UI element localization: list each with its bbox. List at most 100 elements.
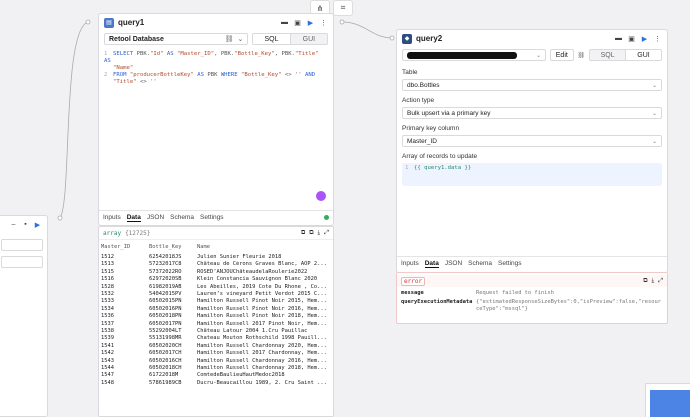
tab-schema[interactable]: Schema <box>468 260 492 267</box>
minimize-icon[interactable]: – <box>9 220 18 229</box>
table-cell: Hamilton Russell 2017 Chardonnay, Hem... <box>197 350 327 357</box>
code-token: AS <box>193 72 208 78</box>
sql-mode-button[interactable]: SQL <box>590 50 625 60</box>
assistant-icon[interactable] <box>316 191 326 201</box>
table-row[interactable]: 1537 60502017PN Hamilton Russell 2017 Pino… <box>99 320 333 327</box>
partial-input[interactable] <box>1 239 43 251</box>
column-header[interactable]: Bottle_Key <box>149 244 197 250</box>
link-icon[interactable]: ⛓ <box>578 52 586 59</box>
sql-editor[interactable]: 1 SELECT PBK."Id" AS "Master_ID", PBK."Bo… <box>104 51 328 186</box>
code-token: PBK. <box>136 51 151 57</box>
column-header[interactable]: Name <box>197 244 333 250</box>
tab-data[interactable]: Data <box>424 260 439 268</box>
table-row[interactable]: 1547 61722018M ComtedeBaulieuHautMedoc2018 <box>99 372 333 379</box>
code-token: , PBK. <box>274 51 295 57</box>
table-row[interactable]: 1533 60502015PN Hamilton Russell Pinot Noi… <box>99 298 333 305</box>
table-row[interactable]: 1544 60502018CH Hamilton Russell Chardonna… <box>99 364 333 371</box>
run-icon[interactable]: ▶ <box>640 34 649 43</box>
table-row[interactable]: 1539 55131998MR Chateau Mouton Rothschild … <box>99 335 333 342</box>
error-badge: error <box>401 276 426 286</box>
array-records-editor[interactable]: 1{{ query1.data }} <box>402 163 662 186</box>
link-icon[interactable]: ⛓ <box>225 35 234 43</box>
error-value: {"estimatedResponseSizeBytes":0,"isPrevi… <box>476 299 661 312</box>
table-row[interactable]: 1528 61982019AB Les Abeilles, 2019 Cote Du… <box>99 283 333 290</box>
action-type-select[interactable]: Bulk upsert via a primary key ⌄ <box>402 107 662 119</box>
panel-icon[interactable]: ▣ <box>627 34 636 43</box>
column-header[interactable]: Master_ID <box>99 244 149 250</box>
run-icon[interactable]: ▶ <box>33 220 42 229</box>
panel-icon[interactable]: ▣ <box>293 18 302 27</box>
tab-data[interactable]: Data <box>126 214 141 222</box>
tab-inputs[interactable]: Inputs <box>401 260 419 267</box>
copy-icon[interactable]: ⧉ <box>301 230 305 237</box>
table-cell: 54042015PV <box>149 291 182 298</box>
sql-mode-button[interactable]: SQL <box>253 34 291 44</box>
more-icon[interactable]: ⋮ <box>319 18 328 27</box>
crop-icon[interactable]: ⌗ <box>333 0 353 16</box>
tab-json[interactable]: JSON <box>147 214 164 221</box>
table-cell: 1538 <box>101 327 114 334</box>
table-row[interactable]: 1538 55292004LT Château Latour 2004 1.Cru … <box>99 327 333 334</box>
table-cell: ROSEDʼANJOUChâteaudelaRoulerie2022 <box>197 268 308 275</box>
table-row[interactable]: 1516 62972020SB Klein Constancia Sauvignon… <box>99 276 333 283</box>
edit-resource-button[interactable]: Edit <box>550 49 574 61</box>
line-number: 2 <box>104 72 108 78</box>
table-cell: Hamilton Russell Pinot Noir 2018, Hem... <box>197 313 327 320</box>
code-token: "Title" <box>113 79 137 85</box>
table-row[interactable]: 1532 54042015PV Laurenʼs vineyard Petit Ve… <box>99 290 333 297</box>
code-token: '' <box>294 72 302 78</box>
tab-inputs[interactable]: Inputs <box>103 214 121 221</box>
table-row[interactable]: 1543 60502016CH Hamilton Russell Chardonna… <box>99 357 333 364</box>
table-cell: Hamilton Russell Pinot Noir 2016, Hem... <box>197 305 327 312</box>
table-row[interactable]: 1512 62542018JS Julien Sunier Fleurie 2018 <box>99 253 333 260</box>
code-token: "Id" <box>150 51 164 57</box>
table-cell: 60502018CH <box>149 364 182 371</box>
copy-alt-icon[interactable]: ⧉ <box>309 230 313 237</box>
expand-icon[interactable]: ⤢ <box>658 278 663 285</box>
tab-settings[interactable]: Settings <box>200 214 224 221</box>
copy-icon[interactable]: ⧉ <box>643 278 647 285</box>
table-cell: 1541 <box>101 342 114 349</box>
table-row[interactable]: 1541 60502020CH Hamilton Russell Chardonna… <box>99 342 333 349</box>
query2-error-panel: error ⧉ ⤓ ⤢ message Request failed to fin… <box>396 272 668 324</box>
download-icon[interactable]: ⤓ <box>318 230 321 237</box>
table-select[interactable]: dbo.Bottles ⌄ <box>402 79 662 91</box>
expand-icon[interactable]: ⤢ <box>324 230 329 237</box>
more-icon[interactable]: ⋮ <box>653 34 662 43</box>
results-type-label: array <box>103 229 122 237</box>
table-cell: Hamilton Russell Chardonnay 2018, Hem... <box>197 364 327 371</box>
tab-settings[interactable]: Settings <box>498 260 522 267</box>
table-row[interactable]: 1534 60502016PN Hamilton Russell Pinot Noi… <box>99 305 333 312</box>
minimize-icon[interactable]: ▬ <box>614 34 623 43</box>
resource-select[interactable]: ⌄ <box>402 49 547 61</box>
download-icon[interactable]: ⤓ <box>652 278 655 285</box>
query2-title[interactable]: query2 <box>416 34 442 43</box>
chevron-down-icon: ⌄ <box>536 52 542 59</box>
sql-gui-toggle[interactable]: SQL GUI <box>252 33 328 45</box>
table-row[interactable]: 1513 57232017C8 Château de Cérons Graves B… <box>99 261 333 268</box>
run-icon[interactable]: ▶ <box>306 18 315 27</box>
action-type-label: Action type <box>402 97 435 104</box>
sql-gui-toggle[interactable]: SQL GUI <box>589 49 662 61</box>
query1-title[interactable]: query1 <box>118 18 144 27</box>
error-key: message <box>401 290 424 296</box>
chevron-down-icon: ⌄ <box>651 82 657 89</box>
panel-icon[interactable]: ▪ <box>21 220 30 229</box>
primary-key-select[interactable]: Master_ID ⌄ <box>402 135 662 147</box>
resource-select[interactable]: Retool Database ⛓ ⌄ <box>104 33 249 45</box>
table-row[interactable]: 1542 60502017CH Hamilton Russell 2017 Char… <box>99 349 333 356</box>
table-row[interactable]: 1548 57861989CB Ducru-Beaucaillou 1989, 2.… <box>99 379 333 386</box>
error-key: queryExecutionMetadata <box>401 299 473 305</box>
gui-mode-button[interactable]: GUI <box>291 34 327 44</box>
table-row[interactable]: 1515 57372022RO ROSEDʼANJOUChâteaudelaRoul… <box>99 268 333 275</box>
code-token: , PBK. <box>214 51 235 57</box>
gui-mode-button[interactable]: GUI <box>625 50 661 60</box>
table-cell: 1513 <box>101 261 114 268</box>
minimize-icon[interactable]: ▬ <box>280 18 289 27</box>
tab-schema[interactable]: Schema <box>170 214 194 221</box>
table-cell: 57372022RO <box>149 268 182 275</box>
table-row[interactable]: 1536 60502018PN Hamilton Russell Pinot Noi… <box>99 313 333 320</box>
tab-json[interactable]: JSON <box>445 260 462 267</box>
code-token: "Bottle_Key" <box>234 51 275 57</box>
partial-input-2[interactable] <box>1 256 43 268</box>
